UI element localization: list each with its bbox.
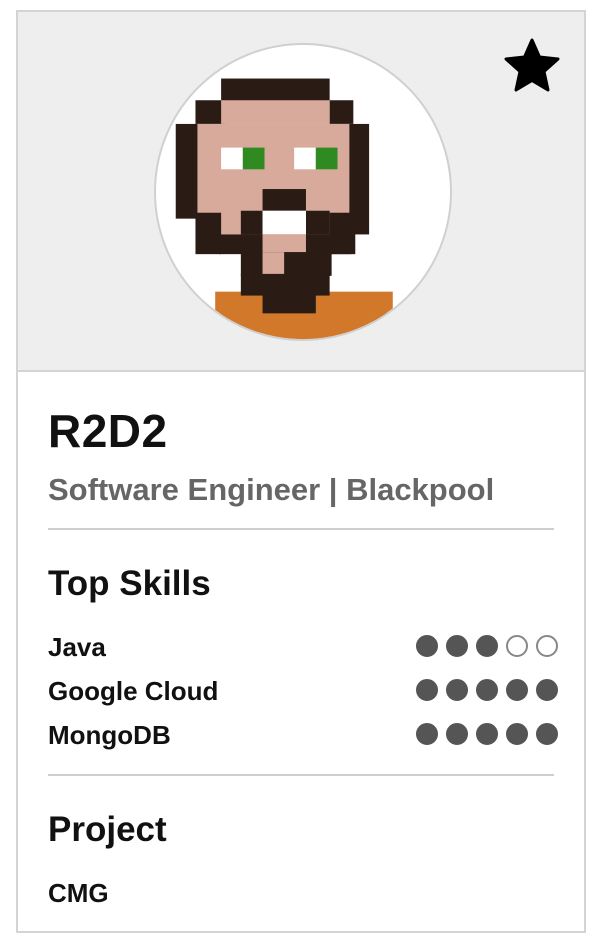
rating-dot-filled [476, 723, 498, 745]
profile-name: R2D2 [48, 405, 168, 457]
skill-name: Java [48, 632, 106, 662]
star-icon [504, 38, 560, 92]
divider [48, 528, 554, 530]
project-section-title: Project [48, 810, 167, 849]
rating-dot-filled [536, 723, 558, 745]
card-header [18, 12, 584, 372]
skill-rating [416, 635, 558, 657]
skill-rating [416, 723, 558, 745]
avatar [154, 43, 452, 341]
skill-row: Java [48, 632, 558, 664]
rating-dot-empty [536, 635, 558, 657]
divider [48, 774, 554, 776]
rating-dot-filled [446, 679, 468, 701]
profile-card: R2D2 Software Engineer | Blackpool Top S… [16, 10, 586, 933]
profile-subtitle: Software Engineer | Blackpool [48, 472, 495, 507]
rating-dot-filled [446, 723, 468, 745]
rating-dot-filled [536, 679, 558, 701]
skill-row: Google Cloud [48, 676, 558, 708]
rating-dot-filled [476, 635, 498, 657]
rating-dot-empty [506, 635, 528, 657]
skill-name: Google Cloud [48, 676, 219, 706]
favorite-star-button[interactable] [500, 34, 564, 98]
pixel-art-avatar-image [175, 78, 413, 339]
rating-dot-filled [506, 723, 528, 745]
rating-dot-filled [476, 679, 498, 701]
skill-row: MongoDB [48, 720, 558, 752]
rating-dot-filled [416, 723, 438, 745]
rating-dot-filled [416, 635, 438, 657]
rating-dot-filled [506, 679, 528, 701]
project-name: CMG [48, 878, 109, 908]
rating-dot-filled [446, 635, 468, 657]
skill-name: MongoDB [48, 720, 171, 750]
skill-rating [416, 679, 558, 701]
rating-dot-filled [416, 679, 438, 701]
skills-section-title: Top Skills [48, 564, 211, 603]
